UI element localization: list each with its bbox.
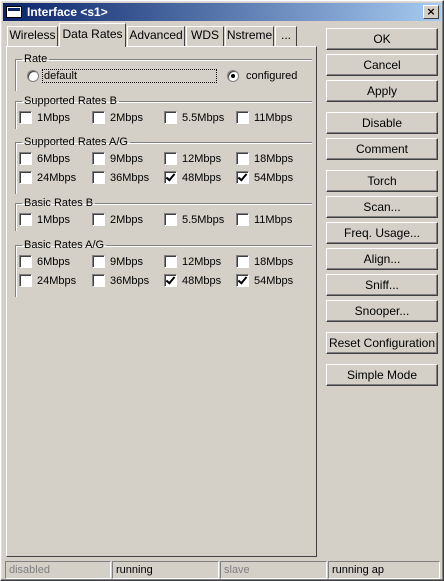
basic-rates-ag-group: Basic Rates A/G <box>15 239 312 297</box>
status-slave: slave <box>220 561 327 579</box>
interface-window: Interface <s1> × Wireless Data Rates Adv… <box>0 0 444 581</box>
basic-rates-ag-checkbox[interactable] <box>236 274 249 287</box>
supported-rates-ag-checkbox[interactable] <box>19 171 32 184</box>
ok-button[interactable]: OK <box>326 28 438 50</box>
data-rates-panel: Rate default configured Supported Rates … <box>6 46 317 557</box>
tab-more[interactable]: ... <box>275 26 297 46</box>
tab-wireless[interactable]: Wireless <box>7 26 58 46</box>
supported-rates-ag-label[interactable]: 54Mbps <box>254 172 293 184</box>
supported-rates-b-label[interactable]: 2Mbps <box>110 112 143 124</box>
supported-rates-b-label[interactable]: 5.5Mbps <box>182 112 224 124</box>
tab-nstreme[interactable]: Nstreme <box>225 26 274 46</box>
supported-rates-ag-checkbox[interactable] <box>92 152 105 165</box>
rate-default-radio[interactable] <box>27 70 39 82</box>
basic-rates-ag-checkbox[interactable] <box>92 255 105 268</box>
snooper-button[interactable]: Snooper... <box>326 300 438 322</box>
supported-rates-b-checkbox[interactable] <box>236 111 249 124</box>
status-running: running <box>112 561 219 579</box>
basic-rates-ag-checkbox[interactable] <box>164 255 177 268</box>
basic-rates-ag-label[interactable]: 12Mbps <box>182 256 221 268</box>
supported-rates-b-checkbox[interactable] <box>92 111 105 124</box>
window-icon <box>6 6 22 18</box>
simple-mode-button[interactable]: Simple Mode <box>326 364 438 386</box>
basic-rates-ag-label[interactable]: 24Mbps <box>37 275 76 287</box>
supported-rates-b-legend: Supported Rates B <box>24 95 117 107</box>
window-title: Interface <s1> <box>27 5 108 19</box>
supported-rates-b-label[interactable]: 11Mbps <box>254 112 292 124</box>
basic-rates-ag-label[interactable]: 48Mbps <box>182 275 221 287</box>
basic-rates-ag-legend: Basic Rates A/G <box>24 239 105 251</box>
basic-rates-b-label[interactable]: 5.5Mbps <box>182 214 224 226</box>
comment-button[interactable]: Comment <box>326 138 438 160</box>
supported-rates-ag-checkbox[interactable] <box>236 152 249 165</box>
disable-button[interactable]: Disable <box>326 112 438 134</box>
tab-advanced[interactable]: Advanced <box>127 26 185 46</box>
supported-rates-ag-checkbox[interactable] <box>164 152 177 165</box>
rate-configured-label[interactable]: configured <box>246 70 297 82</box>
basic-rates-ag-label[interactable]: 54Mbps <box>254 275 293 287</box>
supported-rates-b-checkbox[interactable] <box>19 111 32 124</box>
status-running-ap: running ap <box>328 561 440 579</box>
supported-rates-ag-label[interactable]: 48Mbps <box>182 172 221 184</box>
supported-rates-b-label[interactable]: 1Mbps <box>37 112 70 124</box>
basic-rates-ag-checkbox[interactable] <box>19 255 32 268</box>
basic-rates-b-checkbox[interactable] <box>236 213 249 226</box>
sniff-button[interactable]: Sniff... <box>326 274 438 296</box>
title-bar[interactable]: Interface <s1> × <box>3 3 441 21</box>
supported-rates-ag-legend: Supported Rates A/G <box>24 136 128 148</box>
basic-rates-ag-label[interactable]: 36Mbps <box>110 275 149 287</box>
basic-rates-b-checkbox[interactable] <box>164 213 177 226</box>
rate-default-label[interactable]: default <box>44 70 77 82</box>
supported-rates-ag-checkbox[interactable] <box>164 171 177 184</box>
supported-rates-ag-group: Supported Rates A/G <box>15 136 312 194</box>
align-button[interactable]: Align... <box>326 248 438 270</box>
basic-rates-ag-checkbox[interactable] <box>236 255 249 268</box>
basic-rates-ag-checkbox[interactable] <box>164 274 177 287</box>
cancel-button[interactable]: Cancel <box>326 54 438 76</box>
status-disabled: disabled <box>5 561 111 579</box>
supported-rates-ag-checkbox[interactable] <box>236 171 249 184</box>
basic-rates-ag-checkbox[interactable] <box>92 274 105 287</box>
basic-rates-b-legend: Basic Rates B <box>24 197 94 209</box>
supported-rates-ag-checkbox[interactable] <box>92 171 105 184</box>
torch-button[interactable]: Torch <box>326 170 438 192</box>
reset-configuration-button[interactable]: Reset Configuration <box>326 332 438 354</box>
basic-rates-b-checkbox[interactable] <box>92 213 105 226</box>
basic-rates-ag-label[interactable]: 18Mbps <box>254 256 293 268</box>
supported-rates-ag-label[interactable]: 18Mbps <box>254 153 293 165</box>
supported-rates-ag-label[interactable]: 12Mbps <box>182 153 221 165</box>
freq-usage-button[interactable]: Freq. Usage... <box>326 222 438 244</box>
supported-rates-ag-checkbox[interactable] <box>19 152 32 165</box>
basic-rates-ag-label[interactable]: 6Mbps <box>37 256 70 268</box>
tab-wds[interactable]: WDS <box>186 26 224 46</box>
basic-rates-b-label[interactable]: 11Mbps <box>254 214 292 226</box>
tab-data-rates[interactable]: Data Rates <box>59 23 126 47</box>
basic-rates-ag-label[interactable]: 9Mbps <box>110 256 143 268</box>
apply-button[interactable]: Apply <box>326 80 438 102</box>
basic-rates-ag-checkbox[interactable] <box>19 274 32 287</box>
basic-rates-b-label[interactable]: 2Mbps <box>110 214 143 226</box>
rate-legend: Rate <box>24 53 48 65</box>
supported-rates-ag-label[interactable]: 6Mbps <box>37 153 70 165</box>
basic-rates-b-label[interactable]: 1Mbps <box>37 214 70 226</box>
close-icon[interactable]: × <box>423 5 439 19</box>
supported-rates-ag-label[interactable]: 24Mbps <box>37 172 76 184</box>
scan-button[interactable]: Scan... <box>326 196 438 218</box>
supported-rates-b-checkbox[interactable] <box>164 111 177 124</box>
supported-rates-ag-label[interactable]: 9Mbps <box>110 153 143 165</box>
supported-rates-ag-label[interactable]: 36Mbps <box>110 172 149 184</box>
basic-rates-b-checkbox[interactable] <box>19 213 32 226</box>
rate-configured-radio[interactable] <box>227 70 239 82</box>
